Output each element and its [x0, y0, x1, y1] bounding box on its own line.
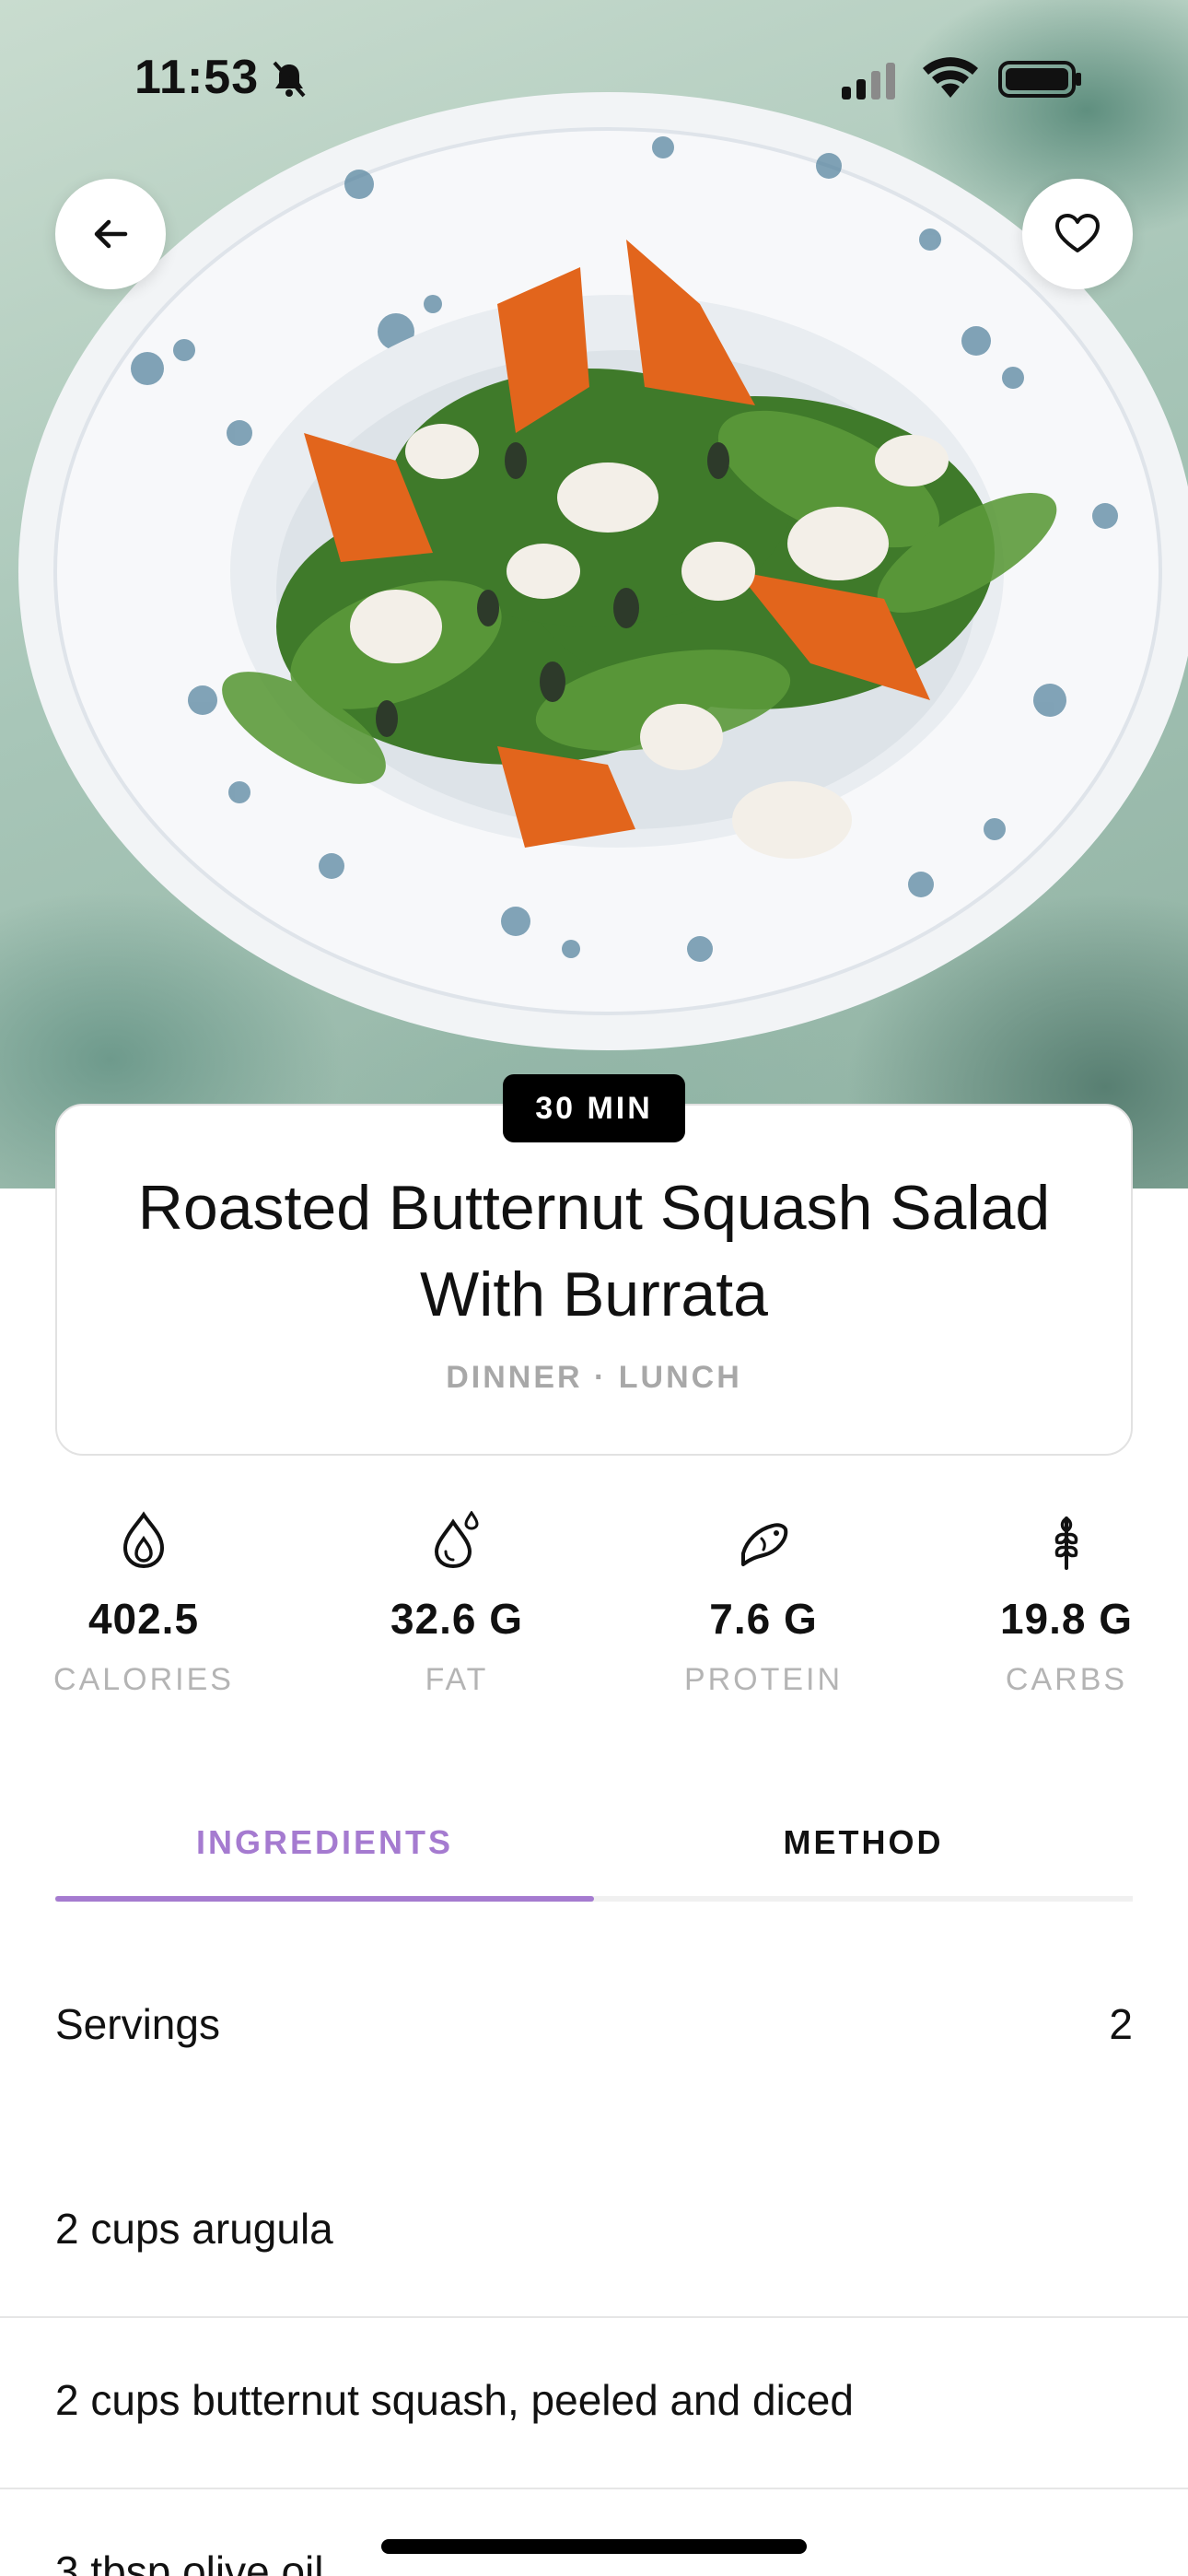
nutrition-summary: 402.5 CALORIES 32.6 G FAT 7.6 G PROTEIN … [0, 1511, 1188, 1714]
tab-method[interactable]: METHOD [594, 1787, 1133, 1898]
calories-value: 402.5 [87, 1595, 200, 1643]
list-item: 2 cups arugula [0, 2147, 1188, 2318]
recipe-hero-image: 11:53 [0, 0, 1188, 1188]
calories-label: CALORIES [53, 1662, 234, 1697]
cook-time-badge: 30 MIN [503, 1074, 685, 1142]
bell-muted-icon [273, 61, 306, 98]
wifi-icon [923, 57, 978, 98]
ingredient-text: 3 tbsp olive oil [55, 2547, 324, 2576]
ingredient-text: 2 cups butternut squash, peeled and dice… [55, 2376, 854, 2424]
list-item: 3 tbsp olive oil [0, 2489, 1188, 2576]
carbs-value: 19.8 G [999, 1595, 1134, 1643]
salad-plate-illustration [18, 92, 1188, 1050]
servings-row[interactable]: Servings 2 [55, 1990, 1133, 2064]
recipe-title-card: Roasted Butternut Squash Salad With Burr… [55, 1104, 1133, 1456]
recipe-tabs: INGREDIENTS METHOD [55, 1787, 1133, 1902]
servings-value[interactable]: 2 [1109, 1999, 1133, 2049]
carbs-label: CARBS [1005, 1662, 1128, 1697]
home-indicator[interactable] [381, 2539, 807, 2554]
nutrition-fat: 32.6 G FAT [328, 1511, 586, 1698]
recipe-tags: DINNER · LUNCH [446, 1360, 742, 1395]
status-bar: 11:53 [0, 0, 1188, 157]
wheat-icon [1054, 1516, 1078, 1570]
drop-icon [434, 1511, 479, 1569]
status-time: 11:53 [134, 51, 260, 104]
recipe-title: Roasted Butternut Squash Salad With Burr… [137, 1173, 1051, 1329]
arrow-left-icon [94, 219, 128, 249]
ingredient-text: 2 cups arugula [55, 2205, 333, 2253]
fat-label: FAT [425, 1662, 489, 1697]
nutrition-calories: 402.5 CALORIES [15, 1511, 273, 1698]
tab-ingredients[interactable]: INGREDIENTS [55, 1787, 594, 1898]
nutrition-carbs: 19.8 G CARBS [938, 1511, 1188, 1698]
list-item: 2 cups butternut squash, peeled and dice… [0, 2318, 1188, 2489]
back-button[interactable] [55, 179, 166, 289]
fish-icon [741, 1523, 788, 1566]
nutrition-protein: 7.6 G PROTEIN [635, 1511, 892, 1698]
protein-value: 7.6 G [709, 1595, 818, 1643]
servings-label: Servings [55, 2000, 220, 2048]
battery-icon [998, 61, 1081, 98]
favorite-button[interactable] [1022, 179, 1133, 289]
ingredients-list: 2 cups arugula 2 cups butternut squash, … [0, 2147, 1188, 2576]
protein-label: PROTEIN [683, 1662, 844, 1697]
heart-outline-icon [1055, 214, 1100, 252]
tab-active-indicator [55, 1896, 594, 1902]
flame-drop-icon [122, 1511, 165, 1569]
cell-signal-icon [842, 63, 895, 100]
fat-value: 32.6 G [390, 1595, 524, 1643]
